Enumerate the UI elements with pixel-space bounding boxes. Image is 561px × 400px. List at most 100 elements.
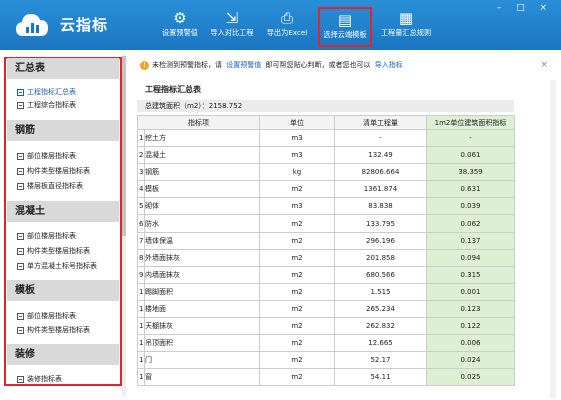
- row-area-index: 0.315: [426, 265, 515, 284]
- row-number: 12: [137, 317, 145, 336]
- row-index-item: 门: [144, 351, 260, 370]
- sidebar-item-decoration-index[interactable]: 装修指标表: [17, 374, 62, 384]
- table-row[interactable]: 13吊顶面积m212.6650.006: [137, 334, 515, 353]
- toolbar-export-excel-button[interactable]: ⎙ 导出为Excel: [262, 8, 312, 46]
- import-index-link[interactable]: 导入指标: [375, 61, 403, 69]
- sidebar-item-rebar-floor[interactable]: 部位楼层指标表: [17, 151, 76, 161]
- row-number: 14: [137, 351, 145, 370]
- row-index-item: 天棚抹灰: [144, 317, 260, 336]
- row-quantity: 296.196: [334, 231, 427, 250]
- sidebar-item-concrete-component[interactable]: 构件类型楼层指标表: [17, 246, 90, 256]
- sidebar-item-formwork-component[interactable]: 构件类型楼层指标表: [17, 325, 90, 335]
- app-title: 云指标: [60, 16, 109, 34]
- row-unit: m2: [259, 368, 335, 387]
- window-controls[interactable]: – □ ×: [497, 3, 553, 13]
- row-index-item: 楼地面: [144, 299, 260, 319]
- sidebar-item-project-index-summary[interactable]: 工程指标汇总表: [17, 87, 76, 97]
- row-number: 11: [137, 299, 145, 319]
- row-number: 3: [137, 163, 145, 182]
- row-quantity: 1.515: [334, 282, 427, 301]
- row-number: 8: [137, 248, 145, 267]
- column-header-index-item: 指标项: [137, 115, 260, 130]
- export-icon: ⎙: [280, 9, 293, 27]
- cloud-chart-icon: [16, 14, 48, 36]
- row-unit: m3: [259, 128, 335, 148]
- table-row[interactable]: 11楼地面m2265.2340.123: [137, 299, 515, 319]
- row-quantity: 265.234: [334, 299, 427, 319]
- toolbar-summary-rules-button[interactable]: ▦ 工程量汇总规则: [376, 8, 436, 46]
- row-unit: m2: [259, 334, 335, 353]
- gear-icon: ⚙: [173, 9, 187, 27]
- title-bar: 云指标 – □ × ⚙ 设置预警值 ⇲ 导入对比工程 ⎙ 导出为Excel ▤ …: [0, 0, 561, 50]
- sidebar-item-project-composite-index[interactable]: 工程综合指标表: [17, 100, 76, 110]
- row-area-index: 0.001: [426, 282, 515, 301]
- content-scrollbar[interactable]: [550, 80, 556, 398]
- column-header-quantity: 清单工程量: [334, 115, 427, 130]
- table-icon: [17, 182, 24, 190]
- row-index-item: 模板: [144, 180, 260, 199]
- row-index-item: 窗: [144, 368, 260, 387]
- row-unit: m2: [259, 231, 335, 250]
- row-quantity: 12.665: [334, 334, 427, 353]
- sidebar-scrollbar-thumb[interactable]: [122, 56, 126, 236]
- set-warning-link[interactable]: 设置预警值: [226, 61, 261, 69]
- page-title: 工程指标汇总表: [145, 85, 201, 94]
- table-row[interactable]: 7 墙体保温 m2 296.196 0.137: [137, 231, 515, 250]
- row-area-index: 0.024: [426, 351, 515, 370]
- sidebar-item-rebar-diameter[interactable]: 楼层板直径指标表: [17, 181, 83, 191]
- close-icon[interactable]: ×: [540, 52, 548, 78]
- table-row[interactable]: 3 钢筋 kg 82806.664 38.359: [137, 163, 515, 182]
- row-quantity: 262.832: [334, 317, 427, 336]
- row-index-item: 内墙面抹灰: [144, 265, 260, 284]
- template-icon: ▤: [337, 11, 353, 29]
- column-header-area-index: 1m2单位建筑面积指标: [426, 115, 515, 130]
- row-area-index: 0.123: [426, 299, 515, 319]
- toolbar-import-compare-button[interactable]: ⇲ 导入对比工程: [206, 8, 258, 46]
- table-row[interactable]: 8 外墙面抹灰 m2 201.858 0.094: [137, 248, 515, 267]
- row-unit: m2: [259, 265, 335, 284]
- row-area-index: 0.631: [426, 180, 515, 199]
- row-number: 7: [137, 231, 145, 250]
- row-area-index: 0.039: [426, 197, 515, 216]
- building-area-label: 总建筑面积（m2）：2158.752: [137, 100, 514, 112]
- row-area-index: 0.062: [426, 214, 515, 233]
- table-row[interactable]: 10踢脚面积m21.5150.001: [137, 282, 515, 301]
- row-quantity: 83.838: [334, 197, 427, 216]
- table-row[interactable]: 9 内墙面抹灰 m2 680.566 0.315: [137, 265, 515, 284]
- table-icon: [17, 247, 24, 255]
- table-row[interactable]: 6 防水 m2 133.795 0.062: [137, 214, 515, 233]
- row-unit: m2: [259, 282, 335, 301]
- sidebar-section-summary[interactable]: 汇总表: [7, 58, 119, 79]
- row-number: 15: [137, 368, 145, 387]
- row-unit: m2: [259, 248, 335, 267]
- row-number: 1: [137, 128, 145, 148]
- sidebar-item-concrete-floor[interactable]: 部位楼层指标表: [17, 231, 76, 241]
- sidebar-section-decoration[interactable]: 装修: [7, 344, 119, 365]
- row-quantity: 1361.874: [334, 180, 427, 199]
- table-icon: [17, 312, 24, 320]
- table-row[interactable]: 2 混凝土 m3 132.49 0.061: [137, 146, 515, 165]
- table-row[interactable]: 5 砌体 m3 83.838 0.039: [137, 197, 515, 216]
- toolbar-set-warning-button[interactable]: ⚙ 设置预警值: [158, 8, 202, 46]
- table-row[interactable]: 1 挖土方 m3- -: [137, 128, 515, 148]
- row-index-item: 钢筋: [144, 163, 260, 182]
- sidebar-section-formwork[interactable]: 模板: [7, 280, 119, 301]
- table-row[interactable]: 12天棚抹灰m2262.8320.122: [137, 317, 515, 336]
- row-area-index: 0.122: [426, 317, 515, 336]
- toolbar-select-cloud-template-button[interactable]: ▤ 选择云端模板: [318, 7, 372, 47]
- table-row[interactable]: 15窗m254.110.025: [137, 368, 515, 387]
- row-area-index: 0.137: [426, 231, 515, 250]
- table-row[interactable]: 14门m252.170.024: [137, 351, 515, 370]
- row-area-index: -: [426, 128, 515, 148]
- row-unit: m2: [259, 180, 335, 199]
- table-row[interactable]: 4 模板 m2 1361.874 0.631: [137, 180, 515, 199]
- sidebar-item-formwork-floor[interactable]: 部位楼层指标表: [17, 311, 76, 321]
- row-area-index: 38.359: [426, 163, 515, 182]
- row-index-item: 砌体: [144, 197, 260, 216]
- sidebar-section-rebar[interactable]: 钢筋: [7, 120, 119, 141]
- row-unit: m2: [259, 299, 335, 319]
- sidebar-item-rebar-component[interactable]: 构件类型楼层指标表: [17, 166, 90, 176]
- sidebar-section-concrete[interactable]: 混凝土: [7, 201, 119, 222]
- sidebar-item-concrete-grade[interactable]: 单方混凝土标号指标表: [17, 261, 97, 271]
- table-icon: [17, 232, 24, 240]
